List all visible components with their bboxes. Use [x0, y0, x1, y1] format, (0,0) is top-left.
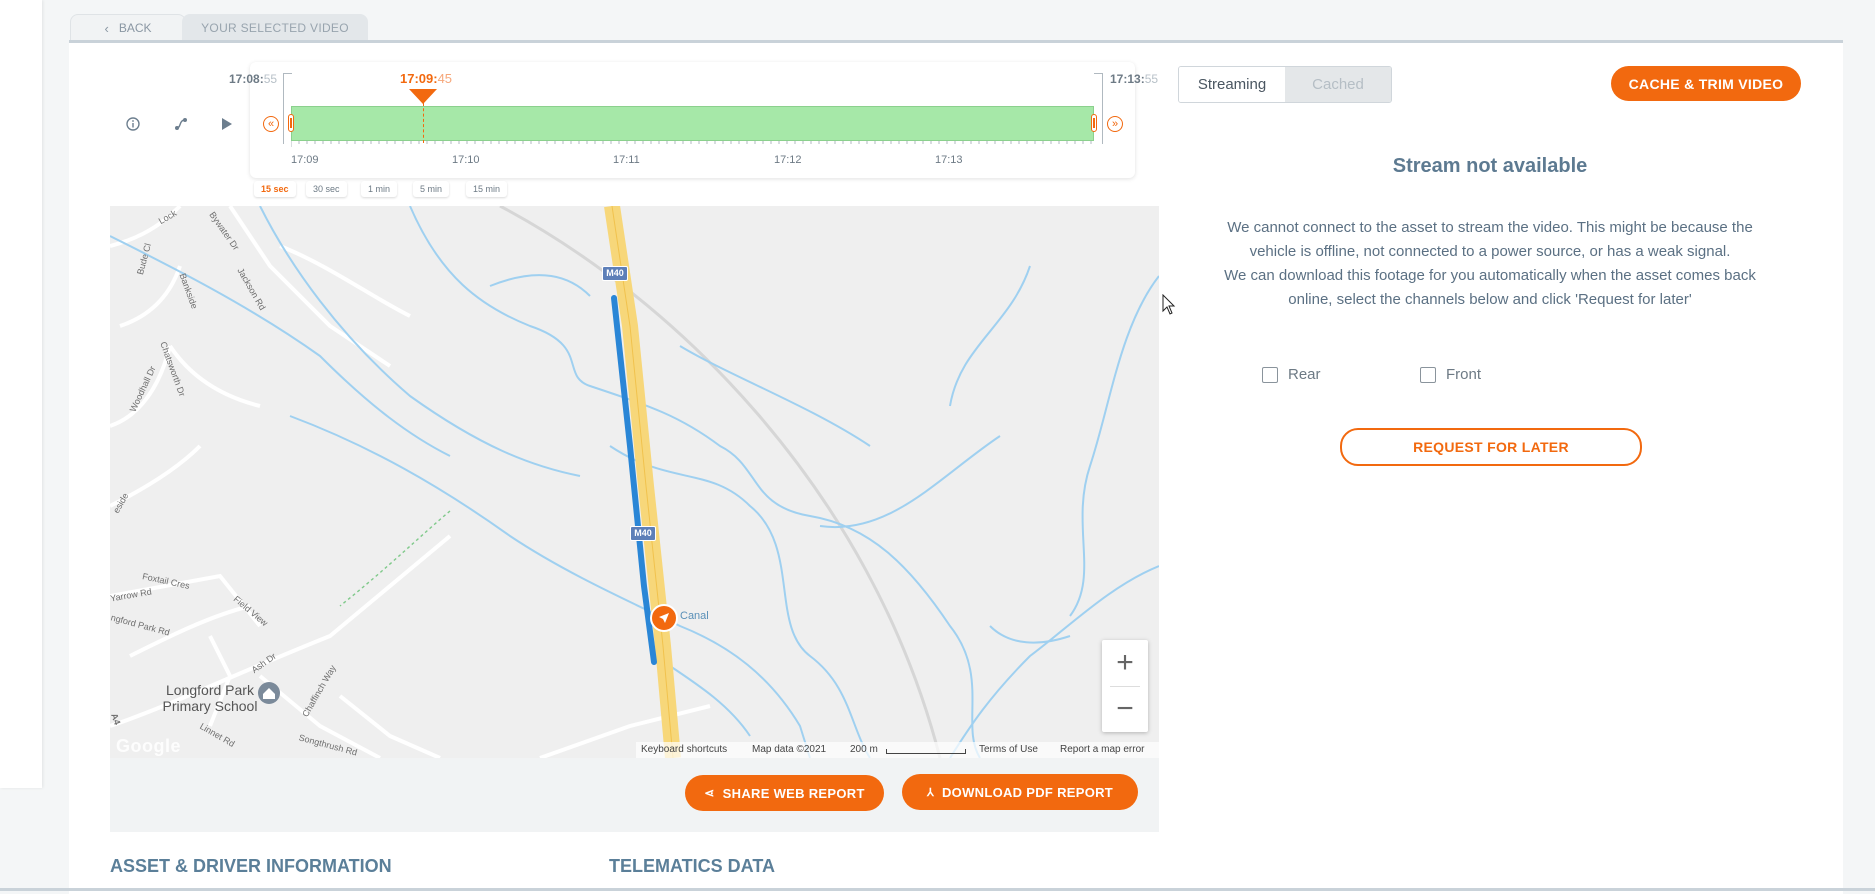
stream-message-line: We can download this footage for you aut… — [1224, 267, 1756, 284]
keyboard-shortcuts-link[interactable]: Keyboard shortcuts — [641, 742, 727, 758]
canal-label: Canal — [680, 610, 709, 622]
m40-badge: M40 — [602, 266, 628, 281]
scale-option-button[interactable]: 30 sec — [306, 181, 347, 197]
zoom-control: + − — [1102, 640, 1148, 732]
timeline-range-bar[interactable] — [291, 106, 1094, 141]
timeline-axis — [291, 141, 1092, 147]
download-label: DOWNLOAD PDF REPORT — [941, 784, 1114, 800]
scale-option-button[interactable]: 15 min — [466, 181, 508, 197]
map[interactable]: Lock Bywater Dr Bude Cl Banksidе Jackson… — [110, 206, 1159, 758]
navigation-arrow-icon — [659, 613, 669, 623]
stream-status-message: We cannot connect to the asset to stream… — [1200, 216, 1780, 312]
timeline-tick-label: 17:13 — [935, 154, 963, 166]
timeline-current-time: 17:09:45 — [400, 71, 452, 86]
fast-forward-icon[interactable]: » — [1107, 116, 1123, 132]
left-sidebar — [0, 0, 42, 788]
mouse-cursor-icon — [1162, 294, 1176, 315]
chevron-left-icon: ‹ — [104, 20, 109, 36]
cached-option[interactable]: Cached — [1285, 67, 1391, 102]
start-time-sec: 55 — [263, 72, 278, 86]
stream-mode-toggle: Streaming Cached — [1178, 66, 1392, 103]
front-channel-checkbox[interactable]: Front — [1420, 366, 1481, 383]
report-map-error-link[interactable]: Report a map error — [1060, 742, 1144, 758]
zoom-out-button[interactable]: − — [1102, 686, 1148, 732]
timeline-tick-label: 17:12 — [774, 154, 802, 166]
vehicle-position-marker[interactable] — [650, 604, 678, 632]
rear-label: Rear — [1288, 366, 1321, 383]
asset-driver-section-title: ASSET & DRIVER INFORMATION — [110, 856, 392, 876]
timeline-tick-label: 17:11 — [613, 154, 640, 166]
share-icon: ⋖ — [704, 786, 715, 800]
map-data-credit: Map data ©2021 — [752, 744, 827, 755]
timeline-start-handle[interactable] — [288, 114, 294, 132]
info-icon[interactable] — [122, 113, 144, 135]
front-label: Front — [1446, 366, 1482, 383]
current-time-hm: 17:09: — [400, 71, 438, 86]
stream-status-title: Stream not available — [1392, 155, 1588, 177]
telematics-section-title: TELEMATICS DATA — [609, 856, 775, 876]
map-scale-bar — [886, 749, 966, 754]
cache-trim-video-button[interactable]: CACHE & TRIM VIDEO — [1611, 66, 1801, 101]
map-canvas — [110, 206, 1159, 758]
scale-option-button[interactable]: 15 sec — [254, 181, 296, 197]
top-tabs: ‹ BACK YOUR SELECTED VIDEO — [70, 14, 368, 41]
end-time-hm: 17:13: — [1110, 72, 1145, 86]
poi-label[interactable]: Longford Park Primary School — [150, 682, 270, 714]
map-scale-label: 200 m — [850, 744, 878, 755]
checkbox-box[interactable] — [1262, 366, 1278, 383]
play-icon[interactable] — [216, 113, 238, 135]
back-tab[interactable]: ‹ BACK — [70, 14, 186, 41]
timeline-start-time: 17:08:55 — [229, 72, 277, 86]
playhead-line — [423, 103, 424, 143]
checkbox-box[interactable] — [1420, 366, 1436, 383]
pdf-icon: ⅄ — [926, 786, 934, 799]
start-time-hm: 17:08: — [229, 72, 264, 86]
rear-channel-checkbox[interactable]: Rear — [1262, 366, 1321, 383]
zoom-in-button[interactable]: + — [1102, 640, 1148, 686]
scale-option-button[interactable]: 5 min — [413, 181, 450, 197]
stream-message-line: online, select the channels below and cl… — [1288, 291, 1692, 308]
timeline-tick-label: 17:10 — [452, 154, 480, 166]
route-icon[interactable] — [170, 113, 192, 135]
share-label: SHARE WEB REPORT — [722, 785, 865, 801]
rewind-icon[interactable]: « — [263, 116, 279, 132]
share-web-report-button[interactable]: ⋖ SHARE WEB REPORT — [685, 775, 884, 811]
download-pdf-report-button[interactable]: ⅄ DOWNLOAD PDF REPORT — [902, 774, 1138, 810]
playhead-marker[interactable] — [409, 89, 437, 104]
scale-option-button[interactable]: 1 min — [361, 181, 398, 197]
request-for-later-button[interactable]: REQUEST FOR LATER — [1340, 428, 1642, 466]
google-watermark: Google — [116, 736, 181, 756]
timeline-end-bound — [1094, 73, 1103, 144]
end-time-sec: 55 — [1144, 72, 1159, 86]
current-time-sec: 45 — [437, 71, 453, 86]
timeline-end-handle[interactable] — [1091, 114, 1097, 132]
streaming-option[interactable]: Streaming — [1179, 67, 1285, 102]
timeline-end-time: 17:13:55 — [1110, 72, 1158, 86]
selected-video-tab[interactable]: YOUR SELECTED VIDEO — [182, 14, 368, 41]
stream-message-line: We cannot connect to the asset to stream… — [1227, 219, 1753, 236]
selected-video-label: YOUR SELECTED VIDEO — [201, 20, 349, 35]
terms-of-use-link[interactable]: Terms of Use — [979, 742, 1038, 758]
timeline-tick-label: 17:09 — [291, 154, 319, 166]
m40-badge: M40 — [630, 526, 656, 541]
stream-message-line: vehicle is offline, not connected to a p… — [1249, 243, 1731, 260]
back-label: BACK — [118, 21, 152, 35]
